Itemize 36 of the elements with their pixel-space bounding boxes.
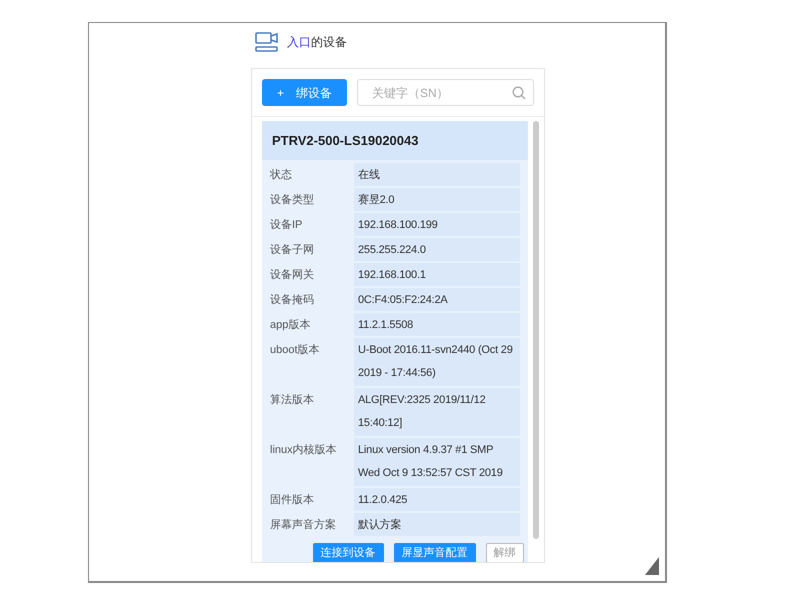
camera-icon	[255, 32, 279, 52]
field-label: 设备IP	[270, 218, 304, 232]
field-value: 192.168.100.199	[354, 212, 520, 236]
action-button[interactable]: 解绑	[486, 543, 524, 562]
search-field[interactable]: 关键字（SN）	[357, 79, 534, 106]
bind-device-button[interactable]: + 绑设备	[262, 79, 347, 106]
field-value: 11.2.0.425	[354, 488, 520, 510]
field-value: 默认方案	[354, 512, 520, 536]
field-label: uboot版本	[270, 342, 321, 358]
action-button[interactable]: 屏显声音配置	[394, 543, 476, 562]
field-value: 0C:F4:05:F2:24:2A	[354, 288, 520, 310]
field-value: 192.168.100.1	[354, 262, 520, 286]
field-label: 状态	[270, 168, 293, 182]
field-value: 255.255.224.0	[354, 238, 520, 260]
field-value: 在线	[354, 162, 520, 186]
field-label: app版本	[270, 318, 312, 332]
field-label: linux内核版本	[270, 442, 338, 458]
scrollbar[interactable]	[533, 121, 539, 539]
resize-grip-icon[interactable]	[645, 557, 659, 575]
field-label: 固件版本	[270, 492, 315, 508]
field-label: 设备类型	[270, 192, 315, 208]
header-title: 的设备	[311, 34, 347, 51]
device-name: PTRV2-500-LS19020043	[262, 121, 528, 160]
field-label: 设备网关	[270, 268, 315, 282]
field-label: 设备子网	[270, 242, 315, 258]
header-link[interactable]: 入口	[287, 33, 311, 51]
field-value: ALG[REV:2325 2019/11/12 15:40:12]	[354, 388, 520, 436]
field-value: Linux version 4.9.37 #1 SMP Wed Oct 9 13:52:57 CST 2019	[354, 438, 520, 486]
action-button[interactable]: 连接到设备	[312, 543, 384, 562]
field-label: 屏幕声音方案	[270, 518, 337, 532]
field-value: U-Boot 2016.11-svn2440 (Oct 29 2019 - 17:44:56)	[354, 338, 520, 386]
search-icon[interactable]	[512, 86, 526, 100]
field-value: 11.2.1.5508	[354, 312, 520, 336]
field-value: 赛昱2.0	[354, 188, 520, 210]
field-label: 算法版本	[270, 392, 315, 408]
field-label: 设备掩码	[270, 292, 315, 308]
